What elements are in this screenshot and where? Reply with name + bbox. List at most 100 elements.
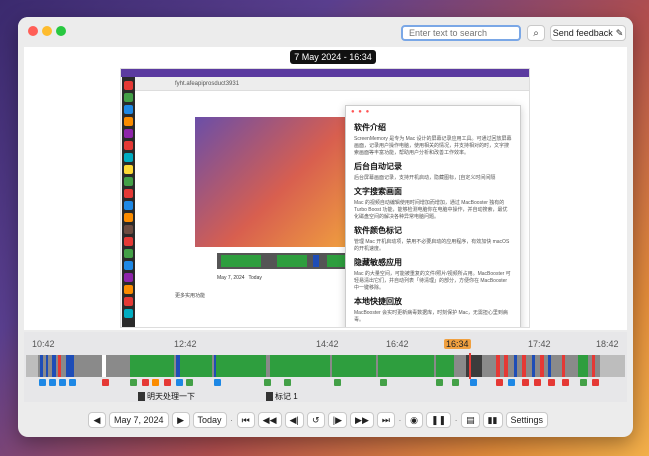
app-icon [496, 379, 503, 386]
pause-button[interactable]: ❚❚ [426, 412, 452, 428]
document-icon: ▤ [466, 414, 475, 425]
overlay-paragraph: MacBooster 会实时更新病毒数据库，时刻保护 Mac，无需担心里到病毒。 [354, 310, 508, 323]
rewind-button[interactable]: ◀◀ [257, 412, 282, 428]
dock-app-icon [124, 249, 133, 258]
timeline-track[interactable] [26, 355, 625, 377]
separator: · [398, 415, 402, 425]
overlay-paragraph: Mac 的大量空间，可能被重复的文件/照片/视频所占用。MacBooster 可… [354, 271, 511, 291]
dock-app-icon [124, 225, 133, 234]
app-icon [548, 379, 555, 386]
feedback-icon: ✎ [615, 27, 624, 38]
captured-overlay-window: ● ● ● 软件介绍 ScreenMemory 是专为 Mac 设计的屏幕记录应… [345, 105, 521, 327]
app-icon [59, 379, 66, 386]
step-back-button[interactable]: ◀| [284, 412, 304, 428]
app-icon [142, 379, 149, 386]
timeline-tick: 17:42 [528, 339, 551, 349]
captured-wallpaper [195, 117, 355, 247]
app-icon [452, 379, 459, 386]
skip-back-icon: ⏮ [241, 414, 250, 425]
dock-app-icon [124, 141, 133, 150]
app-icon [534, 379, 541, 386]
previous-day-button[interactable]: ◀ [88, 412, 106, 428]
next-day-button[interactable]: ▶ [171, 412, 190, 428]
app-window: ⌕ Send feedback ✎ 7 May 2024 - 16:34 [18, 17, 633, 437]
replay-button[interactable]: ↺ [306, 412, 325, 428]
app-icon [508, 379, 515, 386]
app-icon [186, 379, 193, 386]
playback-controls: ◀ May 7, 2024 ▶ Today · ⏮ ◀◀ ◀| ↺ |▶ ▶▶ … [88, 411, 549, 429]
app-icon [69, 379, 76, 386]
dock-app-icon [124, 297, 133, 306]
overlay-heading: 本地快捷回放 [354, 297, 402, 306]
app-icon [284, 379, 291, 386]
search-input[interactable] [401, 25, 521, 41]
app-icon [580, 379, 587, 386]
overlay-paragraph: Mac 的视频自动编辑使用时间增加而增加，通过 MacBooster 独有的 T… [354, 200, 508, 220]
overlay-heading: 文字搜索画面 [354, 187, 402, 196]
timeline[interactable]: 10:42 12:42 14:42 16:42 16:34 17:42 18:4… [24, 332, 627, 402]
timeline-app-icons [24, 379, 627, 389]
fast-forward-button[interactable]: ▶▶ [350, 412, 374, 428]
overlay-heading: 软件颜色标记 [354, 226, 402, 235]
date-picker[interactable]: May 7, 2024 [109, 412, 169, 428]
timeline-bookmark[interactable]: 标记 1 [266, 391, 298, 402]
close-window-button[interactable] [28, 26, 38, 36]
settings-button[interactable]: Settings [505, 412, 549, 428]
frame-datetime: 7 May 2024 - 16:34 [290, 50, 376, 64]
dock-app-icon [124, 189, 133, 198]
captured-menubar [121, 69, 529, 77]
dock-app-icon [124, 81, 133, 90]
dock-app-icon [124, 309, 133, 318]
bar-chart-icon: ▮▮ [487, 414, 498, 425]
app-icon [164, 379, 171, 386]
today-button[interactable]: Today [192, 412, 227, 428]
captured-date: May 7, 2024 [217, 275, 245, 281]
statistics-button[interactable]: ▮▮ [482, 412, 503, 428]
dock-app-icon [124, 105, 133, 114]
app-icon [334, 379, 341, 386]
overlay-heading: 后台自动记录 [354, 162, 402, 171]
app-icon [130, 379, 137, 386]
app-icon [214, 379, 221, 386]
captured-browser: fyht.afeapiprosduct3931 May 7, 2024 Toda… [135, 77, 529, 327]
search-button[interactable]: ⌕ [527, 25, 545, 41]
dock-app-icon [124, 129, 133, 138]
app-icon [264, 379, 271, 386]
overlay-paragraph: 后台屏幕画面记录，支持开机启动，隐藏图标，[自定义时间间隔 [354, 175, 496, 181]
app-icon [562, 379, 569, 386]
fast-forward-icon: ▶▶ [355, 414, 369, 425]
bookmark-icon [138, 392, 145, 401]
app-icon [49, 379, 56, 386]
send-feedback-button[interactable]: Send feedback ✎ [550, 25, 626, 41]
timeline-bookmark[interactable]: 明天处理一下 [138, 391, 195, 402]
bookmark-label: 明天处理一下 [147, 392, 195, 401]
pause-icon: ❚❚ [431, 414, 447, 425]
overlay-traffic-lights: ● ● ● [351, 109, 371, 115]
jump-to-end-button[interactable]: ⏭ [376, 412, 395, 428]
minimize-window-button[interactable] [42, 26, 52, 36]
dock-app-icon [124, 273, 133, 282]
replay-icon: ↺ [312, 414, 320, 425]
app-icon [39, 379, 46, 386]
timeline-playhead[interactable] [469, 353, 471, 379]
document-button[interactable]: ▤ [461, 412, 480, 428]
dock-app-icon [124, 213, 133, 222]
skip-forward-icon: ⏭ [381, 414, 390, 425]
timeline-tick: 12:42 [174, 339, 197, 349]
dock-app-icon [124, 93, 133, 102]
screenshot-button[interactable]: ◉ [405, 412, 423, 428]
step-forward-button[interactable]: |▶ [327, 412, 348, 428]
jump-to-start-button[interactable]: ⏮ [236, 412, 255, 428]
timeline-tick: 10:42 [32, 339, 55, 349]
app-icon [152, 379, 159, 386]
bookmark-label: 标记 1 [275, 392, 298, 401]
zoom-window-button[interactable] [56, 26, 66, 36]
rewind-icon: ◀◀ [262, 414, 277, 425]
app-icon [522, 379, 529, 386]
timeline-tick: 18:42 [596, 339, 619, 349]
dock-app-icon [124, 237, 133, 246]
overlay-intro: ScreenMemory 是专为 Mac 设计的屏幕记录应用工具。可通过回放屏幕… [354, 136, 512, 156]
screenshot-viewer: 7 May 2024 - 16:34 fyht.afeapiprosduct39… [24, 47, 627, 330]
step-back-icon: ◀| [289, 414, 299, 425]
timeline-tick: 16:42 [386, 339, 409, 349]
